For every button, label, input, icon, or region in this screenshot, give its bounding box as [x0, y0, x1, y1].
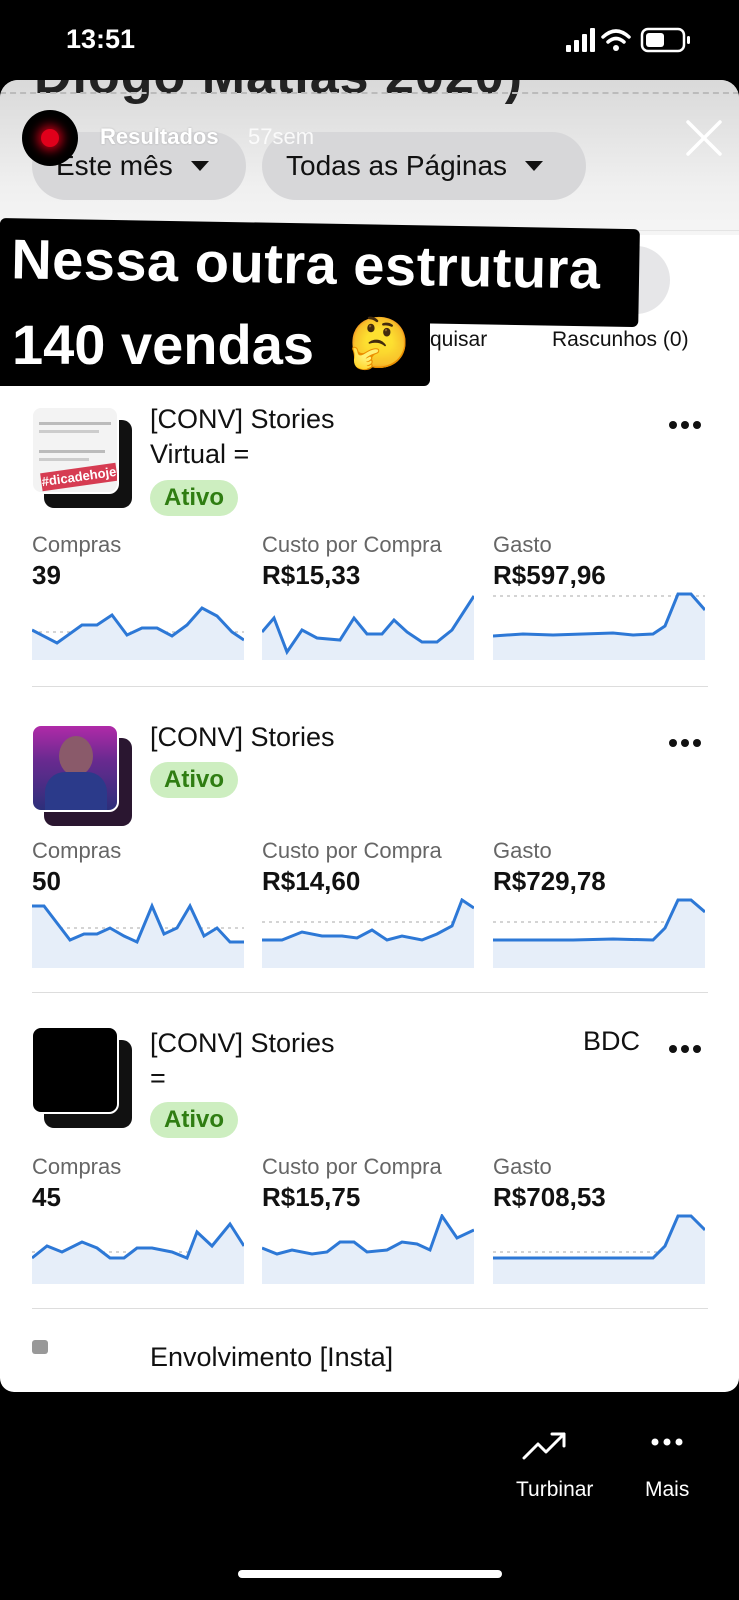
- metric-label-purchases: Compras: [32, 532, 122, 557]
- divider: [32, 686, 708, 687]
- bottom-nav: Turbinar Mais: [0, 1392, 739, 1600]
- pages-filter-label: Todas as Páginas: [286, 150, 508, 181]
- divider: [32, 1308, 708, 1309]
- metric-label-cost-per-purchase: Custo por Compra: [262, 838, 442, 863]
- metric-value-spend: R$597,96: [493, 560, 606, 590]
- header-dashed-line: [0, 92, 739, 94]
- boost-button[interactable]: Turbinar: [516, 1478, 593, 1502]
- sparkline-purchases: [32, 1221, 244, 1284]
- more-options-icon[interactable]: [668, 1044, 702, 1054]
- story-avatar[interactable]: [22, 110, 78, 166]
- divider: [32, 992, 708, 993]
- ad-title: Envolvimento [Insta]: [150, 1342, 394, 1372]
- story-caption-line1: Nessa outra estrutura: [10, 227, 602, 301]
- sparkline-cost-per-purchase: [262, 1214, 474, 1284]
- story-caption-line2: 140 vendas: [12, 313, 314, 376]
- metric-label-spend: Gasto: [493, 838, 552, 863]
- ad-title-line: [CONV] Stories: [150, 1028, 335, 1058]
- ad-title-line: Virtual =: [150, 439, 250, 469]
- more-options-icon[interactable]: [668, 420, 702, 430]
- more-button[interactable]: Mais: [645, 1478, 689, 1502]
- metric-value-cost-per-purchase: R$15,75: [262, 1182, 361, 1212]
- thumb-hashtag: #dicadehoje: [40, 462, 117, 492]
- home-indicator: [238, 1570, 502, 1578]
- status-time: 13:51: [66, 24, 136, 54]
- ad-title-line: [CONV] Stories: [150, 404, 335, 434]
- ad-thumbnail: [32, 1340, 48, 1354]
- tab-search[interactable]: quisar: [430, 328, 487, 352]
- metric-value-purchases: 39: [32, 560, 61, 590]
- ad-thumbnail: [31, 724, 119, 812]
- more-icon[interactable]: [651, 1438, 683, 1446]
- metric-label-spend: Gasto: [493, 532, 552, 557]
- story-caption-line2-bg: 140 vendas 🤔: [0, 306, 430, 386]
- status-icons: [566, 27, 690, 53]
- metric-label-cost-per-purchase: Custo por Compra: [262, 532, 442, 557]
- battery-icon: [640, 27, 690, 53]
- ad-thumbnail: #dicadehoje: [31, 406, 119, 494]
- story-source-label: Resultados: [100, 124, 219, 149]
- caret-down-icon: [190, 161, 209, 171]
- sparkline-spend: [493, 592, 705, 660]
- ad-title-line: [CONV] Stories: [150, 722, 335, 752]
- sparkline-cost-per-purchase: [262, 595, 474, 660]
- metric-value-spend: R$708,53: [493, 1182, 606, 1212]
- cellular-signal-icon: [566, 28, 595, 52]
- sparkline-spend: [493, 1214, 705, 1284]
- status-badge: Ativo: [150, 762, 238, 798]
- wifi-icon: [601, 29, 631, 44]
- sparkline-purchases: [32, 606, 244, 660]
- ad-title: [CONV] Stories: [150, 720, 335, 755]
- metric-value-cost-per-purchase: R$14,60: [262, 866, 361, 896]
- status-badge: Ativo: [150, 480, 238, 516]
- metric-label-cost-per-purchase: Custo por Compra: [262, 1154, 442, 1179]
- metric-value-spend: R$729,78: [493, 866, 606, 896]
- ad-title-suffix: BDC: [583, 1026, 641, 1056]
- ad-title: [CONV] Stories =: [150, 1026, 335, 1096]
- period-filter-label: Este mês: [56, 150, 173, 181]
- sparkline-spend: [493, 898, 705, 968]
- caret-down-icon: [525, 161, 544, 171]
- metric-value-cost-per-purchase: R$15,33: [262, 560, 361, 590]
- story-age: 57sem: [248, 124, 315, 149]
- ad-title-line: =: [150, 1063, 166, 1093]
- metric-value-purchases: 45: [32, 1182, 61, 1212]
- ad-thumbnail: [31, 1026, 119, 1114]
- thinking-emoji: 🤔: [348, 315, 411, 371]
- metric-value-purchases: 50: [32, 866, 61, 896]
- trending-up-icon[interactable]: [522, 1430, 568, 1462]
- status-badge: Ativo: [150, 1102, 238, 1138]
- status-bar: 13:51: [0, 0, 739, 80]
- avatar-logo-dot: [41, 129, 59, 147]
- sparkline-purchases: [32, 902, 244, 968]
- sparkline-cost-per-purchase: [262, 898, 474, 968]
- tab-drafts[interactable]: Rascunhos (0): [552, 328, 689, 352]
- ad-title: [CONV] Stories Virtual =: [150, 402, 335, 472]
- metric-label-spend: Gasto: [493, 1154, 552, 1179]
- metric-label-purchases: Compras: [32, 838, 122, 863]
- metric-label-purchases: Compras: [32, 1154, 122, 1179]
- close-icon[interactable]: [684, 118, 724, 158]
- more-options-icon[interactable]: [668, 738, 702, 748]
